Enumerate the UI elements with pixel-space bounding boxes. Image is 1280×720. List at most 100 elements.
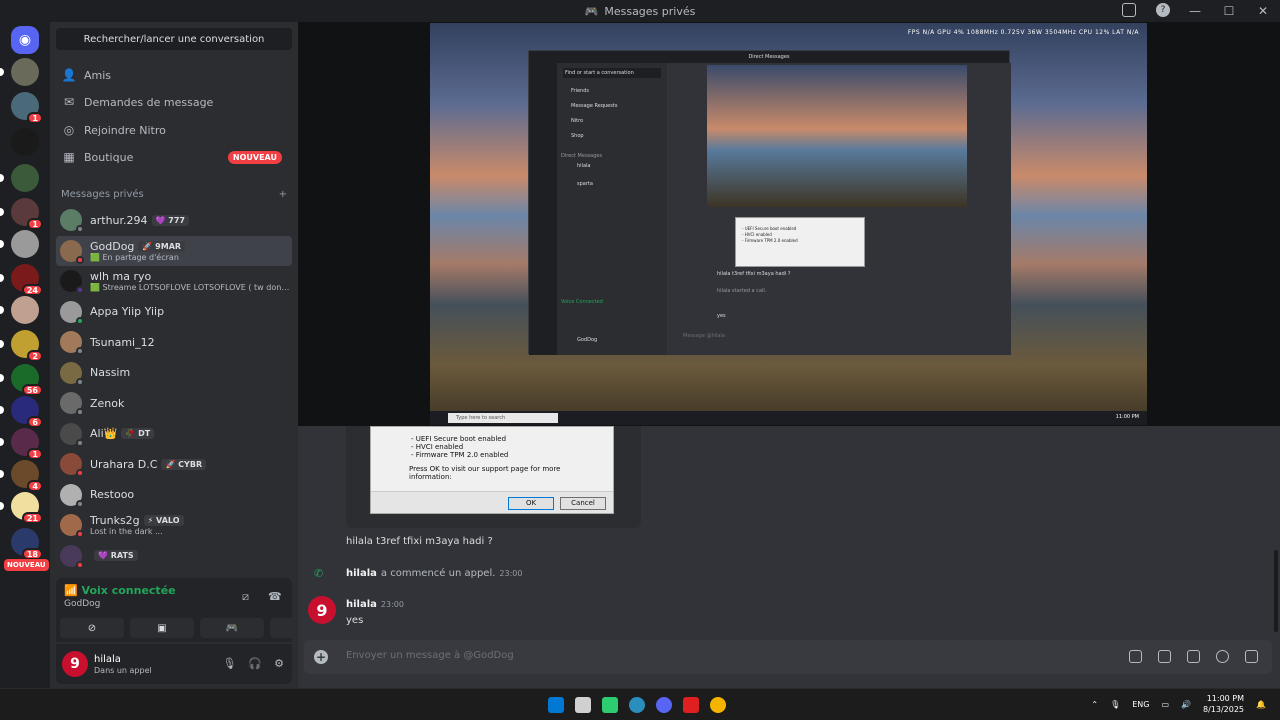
server-icon[interactable] [0, 230, 39, 258]
nav-friends[interactable]: 👤 Amis [56, 62, 292, 88]
server-icon[interactable] [0, 164, 39, 192]
gif-icon[interactable] [1158, 650, 1171, 663]
dm-item[interactable]: Appa Yiip Yiip [56, 297, 292, 328]
message-author-name[interactable]: hilala [346, 599, 377, 610]
dm-item[interactable]: GodDog 🚀 9MAR 🟩 En partage d'écran [56, 235, 292, 266]
dm-avatar-1[interactable] [0, 58, 39, 86]
search-conversation-button[interactable]: Rechercher/lancer une conversation [56, 28, 292, 50]
microphone-icon[interactable]: 🎙 [222, 657, 236, 670]
dm-name: Appa Yiip Yiip [90, 305, 164, 318]
share-screen-button[interactable]: ▣ [130, 618, 194, 638]
server-icon[interactable]: 18 [11, 528, 43, 560]
notification-bell-icon[interactable]: 🔔 [1256, 700, 1266, 709]
dialog-line: - HVCI enabled [411, 443, 464, 451]
chevron-up-icon[interactable]: ⌃ [1091, 700, 1098, 709]
call-user[interactable]: hilala [346, 568, 377, 579]
help-icon[interactable]: ? [1156, 3, 1170, 17]
server-icon[interactable] [0, 296, 39, 324]
dialog-ok-button[interactable]: OK [508, 497, 554, 510]
nav-shop[interactable]: ▦ Boutique NOUVEAU [56, 144, 292, 170]
avatar[interactable]: 9 [308, 596, 336, 624]
dialog-cancel-button[interactable]: Cancel [560, 497, 606, 510]
mic-tray-icon[interactable]: 🎙 [1110, 700, 1120, 709]
dm-item[interactable]: Zenok [56, 388, 292, 419]
screen-share-stream[interactable]: FPS N/A GPU 4% 1088MHz 0.725V 36W 3504MH… [430, 23, 1147, 425]
dm-name: wlh ma ryo [90, 270, 290, 283]
sticker-icon[interactable] [1187, 650, 1200, 663]
error-dialog-screenshot[interactable]: - UEFI Secure boot enabled - HVCI enable… [370, 426, 614, 514]
message-composer[interactable]: + Envoyer un message à @GodDog [304, 640, 1272, 674]
server-icon[interactable]: 2 [0, 330, 43, 362]
settings-gear-icon[interactable]: ⚙ [274, 657, 284, 670]
nav-nitro[interactable]: ◎ Rejoindre Nitro [56, 117, 292, 143]
call-timestamp: 23:00 [499, 569, 523, 578]
system-clock[interactable]: 11:00 PM 8/13/2025 [1203, 693, 1244, 715]
dm-item[interactable]: Ali👑 🥀 DT [56, 419, 292, 450]
maximize-button[interactable]: ☐ [1212, 0, 1246, 22]
volume-icon[interactable]: 🔊 [1181, 700, 1191, 709]
dm-item[interactable]: Trunks2g ⚡ VALO Lost in the dark ... [56, 510, 292, 541]
home-button[interactable]: ◉ [11, 26, 39, 54]
app-icon[interactable] [602, 697, 618, 713]
message-author[interactable]: hilala 23:00 [346, 599, 404, 610]
user-name[interactable]: hilala [94, 654, 121, 665]
chrome-icon[interactable] [710, 697, 726, 713]
noise-suppression-icon[interactable]: ⧄ [242, 590, 249, 604]
server-icon[interactable]: 6 [0, 396, 43, 428]
attach-plus-icon[interactable]: + [314, 650, 328, 664]
clan-tag: 💜 777 [151, 214, 189, 226]
minimize-button[interactable]: — [1178, 0, 1212, 22]
performance-overlay: FPS N/A GPU 4% 1088MHz 0.725V 36W 3504MH… [907, 29, 1139, 36]
voice-channel[interactable]: GodDog [64, 599, 100, 609]
server-icon[interactable]: 4 [0, 460, 43, 492]
apps-icon[interactable] [1245, 650, 1258, 663]
inbox-icon[interactable] [1122, 3, 1136, 17]
start-icon[interactable] [548, 697, 564, 713]
server-icon[interactable]: 24 [0, 264, 43, 296]
dm-item[interactable]: 💜 RATS [56, 541, 292, 572]
clan-tag: 🚀 CYBR [161, 458, 207, 470]
clock-date: 8/13/2025 [1203, 705, 1245, 714]
emoji-icon[interactable] [1216, 650, 1229, 663]
avatar [60, 300, 84, 325]
inner-yes: yes [717, 313, 726, 319]
nav-message-requests[interactable]: ✉ Demandes de message [56, 89, 292, 115]
language-indicator[interactable]: ENG [1132, 700, 1149, 709]
headphones-icon[interactable]: 🎧 [248, 657, 262, 670]
server-icon[interactable]: 56 [0, 364, 43, 396]
guild-badge: 1 [27, 218, 43, 230]
voice-status-text: Voix connectée [81, 584, 176, 597]
edge-icon[interactable] [629, 697, 645, 713]
discord-taskbar-icon[interactable] [656, 697, 672, 713]
close-button[interactable]: ✕ [1246, 0, 1280, 22]
avatar [60, 422, 84, 447]
screen-share-icon: ▣ [157, 622, 167, 634]
dm-item[interactable]: Restooo [56, 480, 292, 511]
dm-item[interactable]: Nassim [56, 358, 292, 389]
network-icon[interactable]: ▭ [1161, 700, 1169, 709]
camera-off-button[interactable]: ⊘ [60, 618, 124, 638]
server-icon[interactable] [11, 128, 39, 156]
chat-scrollbar[interactable] [1274, 550, 1278, 632]
task-view-icon[interactable] [575, 697, 591, 713]
gift-icon[interactable] [1129, 650, 1142, 663]
server-icon[interactable]: 1 [0, 198, 43, 230]
inner-window-title: Direct Messages [748, 54, 790, 60]
add-dm-icon[interactable]: + [279, 189, 287, 200]
chat-message: hilala t3ref tfixi m3aya hadi ? [346, 536, 493, 547]
dm-item[interactable]: arthur.294 💜 777 [56, 205, 292, 236]
dm-item[interactable]: wlh ma ryo 🟩 Streame LOTSOFLOVE LOTSOFLOV… [56, 266, 292, 297]
message-input[interactable]: Envoyer un message à @GodDog [346, 650, 514, 661]
avatar [60, 453, 84, 478]
dm-item[interactable]: Urahara D.C 🚀 CYBR [56, 449, 292, 480]
avatar[interactable]: 9 [62, 651, 88, 677]
shared-taskbar: Type here to search 11:00 PM [430, 411, 1147, 425]
disconnect-icon[interactable]: ☎ [268, 590, 282, 603]
window-title-text: Messages privés [604, 4, 696, 18]
dm-avatar-2[interactable]: 1 [11, 92, 43, 124]
activities-button[interactable]: 🎮 [200, 618, 264, 638]
app-icon[interactable] [683, 697, 699, 713]
server-icon[interactable]: 21 [0, 492, 43, 524]
dm-item[interactable]: Tsunami_12 [56, 327, 292, 358]
server-icon[interactable]: 1 [0, 428, 43, 460]
